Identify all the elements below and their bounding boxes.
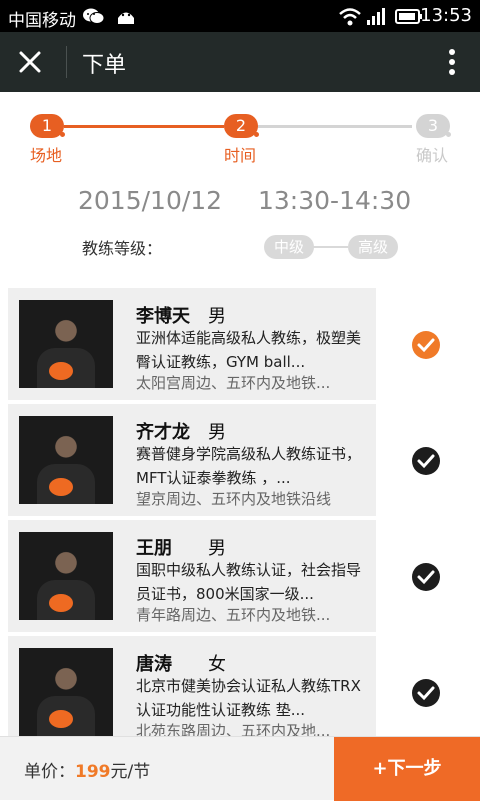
- coach-photo: [19, 300, 113, 388]
- step-2-dot: [254, 132, 259, 137]
- level-connector: [312, 246, 348, 248]
- coach-location: 北苑东路周边、五环内及地...: [136, 722, 331, 736]
- step-1-circle: 1: [30, 114, 64, 138]
- booking-time-range: 13:30-14:30: [258, 186, 412, 215]
- coach-level-label: 教练等级：: [82, 239, 163, 258]
- coach-photo: [19, 416, 113, 504]
- app-bar: 下单: [0, 32, 480, 92]
- coach-description: 国职中级私人教练认证，社会指导员证书，800米国家一级...: [136, 561, 362, 603]
- check-icon[interactable]: [411, 446, 441, 476]
- ball-icon: [49, 478, 73, 496]
- check-icon[interactable]: [411, 330, 441, 360]
- app-bar-divider: [66, 46, 67, 78]
- level-pill-mid[interactable]: 中级: [264, 235, 315, 259]
- step-connector-pending: [258, 125, 412, 128]
- coach-card[interactable]: 唐涛 女 北京市健美协会认证私人教练TRX认证功能性认证教练 垫... 北苑东路…: [8, 636, 472, 736]
- coach-card[interactable]: 王朋 男 国职中级私人教练认证，社会指导员证书，800米国家一级... 青年路周…: [8, 520, 472, 632]
- bottom-bar: 单价：199元/节 +下一步: [0, 736, 480, 801]
- step-3-dot: [446, 132, 451, 137]
- ball-icon: [49, 710, 73, 728]
- status-bar: 中国移动 13:53: [0, 0, 480, 32]
- step-1-dot: [60, 132, 65, 137]
- progress-steps: 1 场地 2 时间 3 确认: [0, 92, 480, 172]
- signal-icon: [367, 8, 385, 25]
- more-icon[interactable]: [448, 48, 456, 76]
- coach-name: 王朋: [136, 538, 172, 559]
- step-3-label: 确认: [416, 146, 449, 165]
- step-2-circle: 2: [224, 114, 258, 138]
- booking-date: 2015/10/12: [78, 186, 223, 215]
- ball-icon: [49, 594, 73, 612]
- carrier-name: 中国移动: [8, 11, 76, 31]
- level-pill-high[interactable]: 高级: [348, 235, 399, 259]
- coach-gender: 男: [208, 538, 226, 559]
- step-connector-done: [64, 125, 224, 128]
- coach-photo: [19, 532, 113, 620]
- android-icon: [118, 12, 134, 24]
- coach-name: 齐才龙: [136, 422, 190, 443]
- coach-location: 太阳宫周边、五环内及地铁...: [136, 374, 331, 392]
- coach-description: 赛普健身学院高级私人教练证书， MFT认证泰拳教练 ，...: [136, 445, 362, 487]
- wechat-icon: [83, 8, 105, 24]
- coach-name: 李博天: [136, 306, 190, 327]
- coach-gender: 男: [208, 306, 226, 327]
- coach-list[interactable]: 李博天 男 亚洲体适能高级私人教练，极塑美臀认证教练，GYM ball... 太…: [0, 284, 480, 736]
- step-1-label: 场地: [30, 146, 63, 165]
- close-icon[interactable]: [14, 46, 46, 78]
- step-3-circle: 3: [416, 114, 450, 138]
- status-time: 13:53: [420, 5, 472, 26]
- battery-icon: [395, 9, 422, 24]
- coach-description: 北京市健美协会认证私人教练TRX认证功能性认证教练 垫...: [136, 677, 361, 719]
- coach-gender: 女: [208, 654, 226, 675]
- price-unit: 元/节: [110, 762, 151, 782]
- coach-location: 青年路周边、五环内及地铁...: [136, 606, 331, 624]
- check-icon[interactable]: [411, 678, 441, 708]
- unit-price: 单价：199元/节: [24, 757, 150, 782]
- step-2-label: 时间: [224, 146, 257, 165]
- check-icon[interactable]: [411, 562, 441, 592]
- coach-description: 亚洲体适能高级私人教练，极塑美臀认证教练，GYM ball...: [136, 329, 362, 371]
- coach-name: 唐涛: [136, 654, 172, 675]
- next-step-button[interactable]: +下一步: [334, 737, 480, 801]
- coach-card[interactable]: 齐才龙 男 赛普健身学院高级私人教练证书， MFT认证泰拳教练 ，... 望京周…: [8, 404, 472, 516]
- ball-icon: [49, 362, 73, 380]
- page-title: 下单: [82, 53, 127, 78]
- coach-card[interactable]: 李博天 男 亚洲体适能高级私人教练，极塑美臀认证教练，GYM ball... 太…: [8, 288, 472, 400]
- coach-location: 望京周边、五环内及地铁沿线: [136, 490, 332, 508]
- coach-photo: [19, 648, 113, 736]
- coach-gender: 男: [208, 422, 226, 443]
- price-label: 单价：: [24, 762, 75, 782]
- wifi-icon: [339, 8, 361, 26]
- price-value: 199: [75, 762, 111, 782]
